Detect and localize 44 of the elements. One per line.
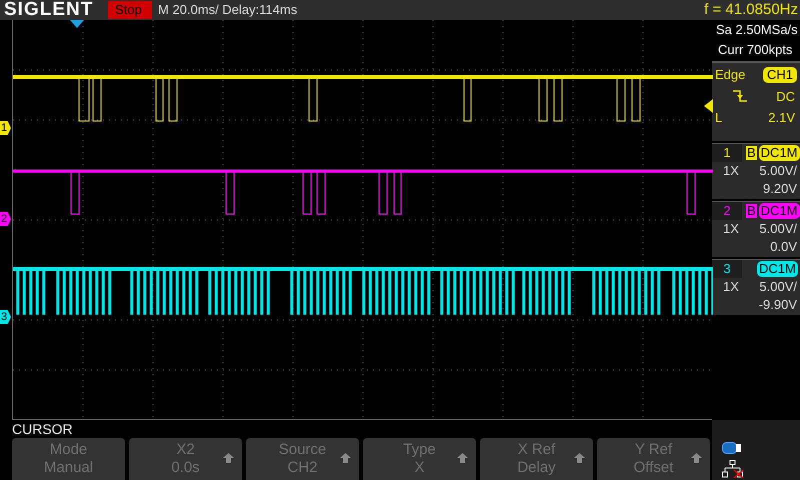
usb-drive-icon <box>722 442 742 454</box>
channel-offset: 9.20V <box>763 180 798 198</box>
channel-offset: -9.90V <box>758 296 798 314</box>
trigger-panel[interactable]: Edge CH1 DC L 2.1V <box>712 61 800 141</box>
volts-per-division: 5.00V/ <box>759 278 797 296</box>
coupling-label: DC1M <box>757 261 798 277</box>
trigger-source: CH1 <box>762 66 797 83</box>
channel-panel[interactable]: 3 DC1M 1X 5.00V/ -9.90V <box>712 259 800 315</box>
up-arrow-icon <box>340 453 351 463</box>
channel-marker[interactable]: 3 <box>0 310 11 324</box>
up-arrow-icon <box>574 453 585 463</box>
menu-title: CURSOR <box>11 420 74 438</box>
volts-per-division: 5.00V/ <box>759 162 797 180</box>
probe-ratio: 1X <box>723 220 739 238</box>
channel-number: 3 <box>712 260 742 278</box>
channel-number: 1 <box>712 144 742 162</box>
frequency-readout: f = 41.0850Hz <box>704 0 798 20</box>
channel-number: 2 <box>712 202 742 220</box>
probe-ratio: 1X <box>723 162 739 180</box>
coupling-label: DC1M <box>758 203 800 219</box>
memory-depth: Curr 700kpts <box>717 41 794 59</box>
trigger-type: Edge <box>715 66 746 84</box>
bandwidth-limit-indicator: B <box>746 204 757 218</box>
channel-panel[interactable]: 2 B DC1M 1X 5.00V/ 0.0V <box>712 201 800 257</box>
up-arrow-icon <box>223 453 234 463</box>
logo: SIGLENT <box>4 0 94 20</box>
run-state: Stop <box>108 1 152 19</box>
trigger-level-readout: 2.1V <box>768 109 795 127</box>
channel-marker[interactable]: 1 <box>0 121 11 135</box>
volts-per-division: 5.00V/ <box>759 220 797 238</box>
network-disconnected-icon <box>722 460 744 478</box>
timebase-label: M 20.0ms/ Delay:114ms <box>158 1 298 20</box>
trigger-coupling: DC <box>776 88 795 106</box>
sample-rate: Sa 2.50MSa/s <box>715 21 799 39</box>
probe-ratio: 1X <box>723 278 739 296</box>
up-arrow-icon <box>457 453 468 463</box>
channel-offset: 0.0V <box>770 238 798 256</box>
channel-panel[interactable]: 1 B DC1M 1X 5.00V/ 9.20V <box>712 143 800 199</box>
falling-edge-icon <box>733 89 747 104</box>
coupling-label: DC1M <box>758 145 800 161</box>
up-arrow-icon <box>691 453 702 463</box>
channel-marker[interactable]: 2 <box>0 212 11 226</box>
trigger-level-label: L <box>715 109 722 127</box>
bandwidth-limit-indicator: B <box>746 146 757 160</box>
